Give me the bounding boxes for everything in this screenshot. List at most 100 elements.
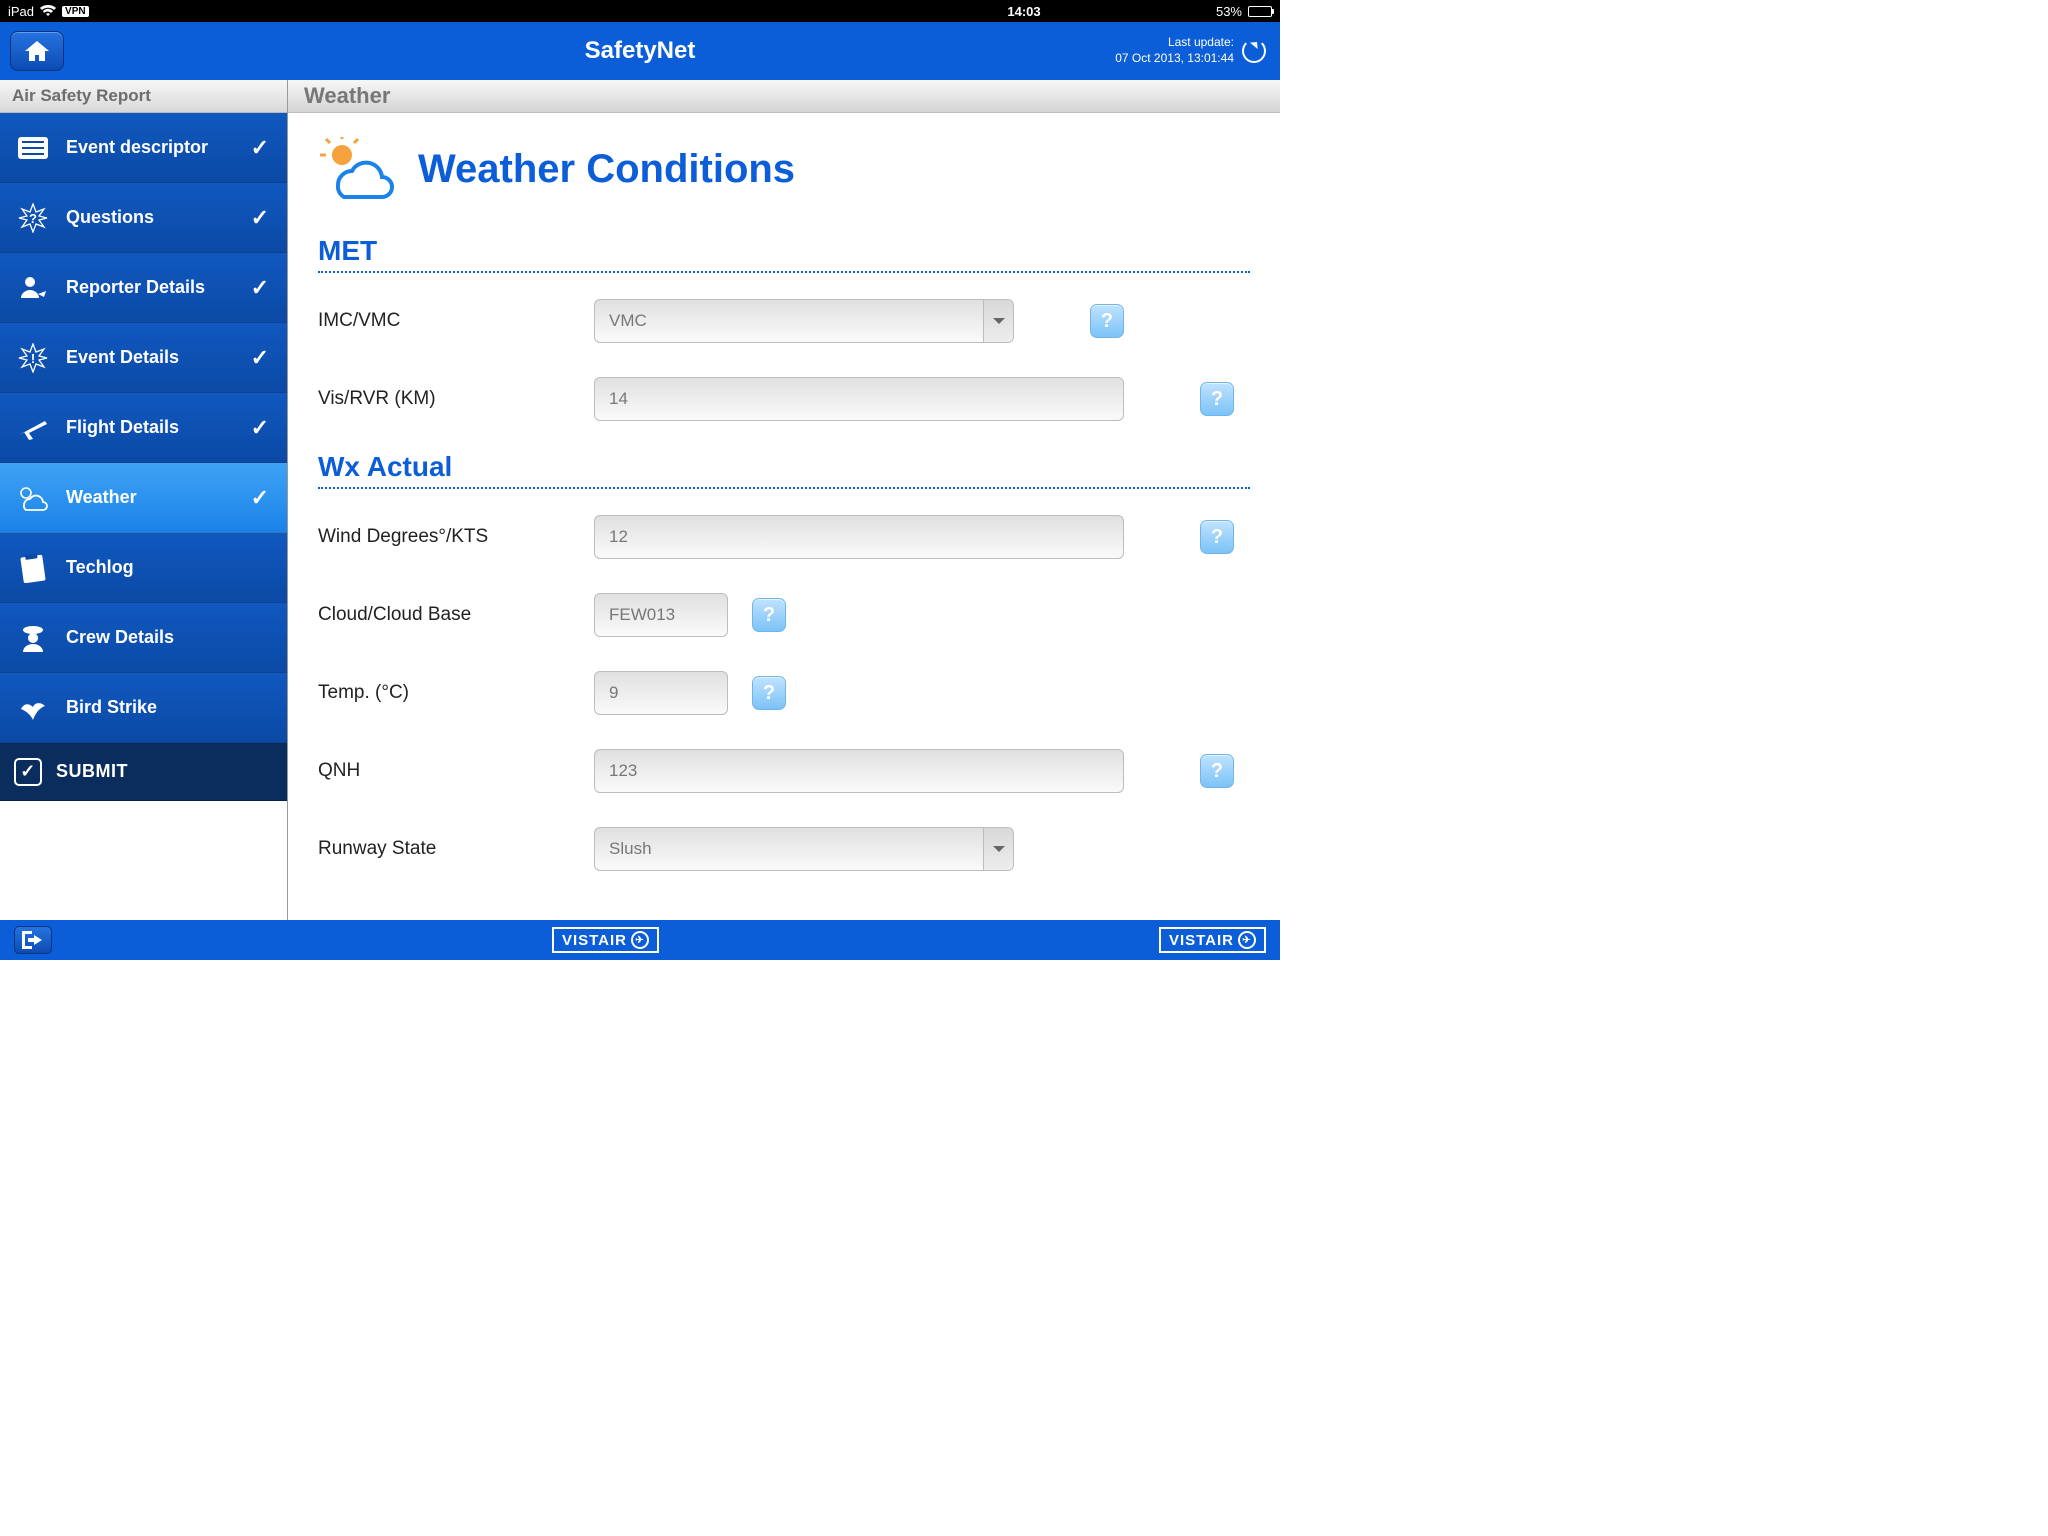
brand-logo: VISTAIR ✈: [1159, 927, 1266, 953]
label-temp: Temp. (°C): [318, 682, 594, 704]
sidebar-item-weather[interactable]: Weather ✓: [0, 463, 287, 533]
sidebar-item-crew-details[interactable]: Crew Details: [0, 603, 287, 673]
sidebar-item-flight-details[interactable]: Flight Details ✓: [0, 393, 287, 463]
sidebar-item-event-details[interactable]: ! Event Details ✓: [0, 323, 287, 393]
help-button[interactable]: ?: [752, 598, 786, 632]
app-titlebar: SafetyNet Last update: 07 Oct 2013, 13:0…: [0, 22, 1280, 80]
svg-text:!: !: [31, 351, 35, 366]
reporter-icon: [14, 274, 52, 302]
input-cloud[interactable]: FEW013: [594, 593, 728, 637]
logout-button[interactable]: [14, 926, 52, 954]
help-button[interactable]: ?: [1090, 304, 1124, 338]
weather-icon: [14, 485, 52, 511]
input-qnh[interactable]: 123: [594, 749, 1124, 793]
checkbox-icon: ✓: [14, 758, 42, 786]
input-value: 9: [609, 683, 618, 703]
label-wind: Wind Degrees°/KTS: [318, 526, 594, 548]
svg-text:?: ?: [29, 211, 37, 226]
select-imc-vmc[interactable]: VMC: [594, 299, 1014, 343]
divider: [318, 487, 1250, 489]
check-icon: ✓: [251, 275, 269, 301]
home-button[interactable]: [10, 31, 64, 71]
sidebar: Air Safety Report Event descriptor ✓ ? Q…: [0, 80, 287, 920]
chevron-down-icon: [983, 828, 1013, 870]
input-value: 12: [609, 527, 628, 547]
bottom-bar: VISTAIR ✈ VISTAIR ✈: [0, 920, 1280, 960]
group-title-met: MET: [318, 235, 1250, 267]
label-cloud: Cloud/Cloud Base: [318, 604, 594, 626]
input-value: 14: [609, 389, 628, 409]
last-update-label: Last update:: [1115, 35, 1234, 51]
plane-icon: [14, 415, 52, 441]
wifi-icon: [40, 5, 56, 17]
input-wind[interactable]: 12: [594, 515, 1124, 559]
sidebar-item-label: Crew Details: [66, 627, 174, 648]
page-title: Weather Conditions: [418, 147, 795, 192]
submit-label: SUBMIT: [56, 761, 128, 782]
select-value: VMC: [609, 311, 647, 331]
section-title: Weather: [288, 80, 1280, 113]
divider: [318, 271, 1250, 273]
label-imc-vmc: IMC/VMC: [318, 310, 594, 332]
bird-icon: [14, 695, 52, 721]
battery-percent: 53%: [1216, 4, 1242, 19]
input-value: 123: [609, 761, 637, 781]
label-qnh: QNH: [318, 760, 594, 782]
sidebar-item-label: Weather: [66, 487, 137, 508]
label-vis-rvr: Vis/RVR (KM): [318, 388, 594, 410]
brand-logo: VISTAIR ✈: [552, 927, 659, 953]
battery-icon: [1248, 6, 1272, 17]
check-icon: ✓: [251, 485, 269, 511]
sidebar-item-label: Event descriptor: [66, 137, 208, 158]
crew-icon: [14, 624, 52, 652]
label-runway-state: Runway State: [318, 838, 594, 860]
question-burst-icon: ?: [14, 203, 52, 233]
check-icon: ✓: [251, 205, 269, 231]
sidebar-item-label: Reporter Details: [66, 277, 205, 298]
home-icon: [23, 39, 51, 63]
ios-status-bar: iPad VPN 14:03 53%: [0, 0, 1280, 22]
sidebar-item-label: Flight Details: [66, 417, 179, 438]
refresh-button[interactable]: [1242, 39, 1266, 63]
input-temp[interactable]: 9: [594, 671, 728, 715]
main-panel: Weather Weather Conditions MET IMC/VMC: [287, 80, 1280, 920]
last-update-value: 07 Oct 2013, 13:01:44: [1115, 51, 1234, 67]
brand-text: VISTAIR: [1169, 932, 1234, 949]
plane-circle-icon: ✈: [631, 931, 649, 949]
group-title-wx: Wx Actual: [318, 451, 1250, 483]
clock: 14:03: [1007, 4, 1040, 19]
sidebar-title: Air Safety Report: [0, 80, 287, 113]
check-icon: ✓: [251, 345, 269, 371]
sidebar-item-event-descriptor[interactable]: Event descriptor ✓: [0, 113, 287, 183]
help-button[interactable]: ?: [752, 676, 786, 710]
input-vis-rvr[interactable]: 14: [594, 377, 1124, 421]
brand-text: VISTAIR: [562, 932, 627, 949]
device-label: iPad: [8, 4, 34, 19]
vpn-badge: VPN: [62, 6, 89, 17]
select-value: Slush: [609, 839, 652, 859]
list-icon: [14, 137, 52, 159]
sidebar-item-techlog[interactable]: Techlog: [0, 533, 287, 603]
sidebar-item-label: Bird Strike: [66, 697, 157, 718]
help-button[interactable]: ?: [1200, 754, 1234, 788]
chevron-down-icon: [983, 300, 1013, 342]
help-button[interactable]: ?: [1200, 520, 1234, 554]
event-burst-icon: !: [14, 343, 52, 373]
sidebar-submit[interactable]: ✓ SUBMIT: [0, 743, 287, 801]
sidebar-item-questions[interactable]: ? Questions ✓: [0, 183, 287, 253]
select-runway-state[interactable]: Slush: [594, 827, 1014, 871]
check-icon: ✓: [251, 415, 269, 441]
plane-circle-icon: ✈: [1238, 931, 1256, 949]
app-title: SafetyNet: [585, 37, 696, 65]
input-value: FEW013: [609, 605, 675, 625]
sidebar-item-label: Questions: [66, 207, 154, 228]
sidebar-item-label: Techlog: [66, 557, 134, 578]
sidebar-item-reporter-details[interactable]: Reporter Details ✓: [0, 253, 287, 323]
help-button[interactable]: ?: [1200, 382, 1234, 416]
check-icon: ✓: [251, 135, 269, 161]
clipboard-icon: [14, 553, 52, 583]
logout-icon: [22, 931, 44, 949]
weather-hero-icon: [318, 137, 400, 201]
sidebar-item-bird-strike[interactable]: Bird Strike: [0, 673, 287, 743]
sidebar-item-label: Event Details: [66, 347, 179, 368]
